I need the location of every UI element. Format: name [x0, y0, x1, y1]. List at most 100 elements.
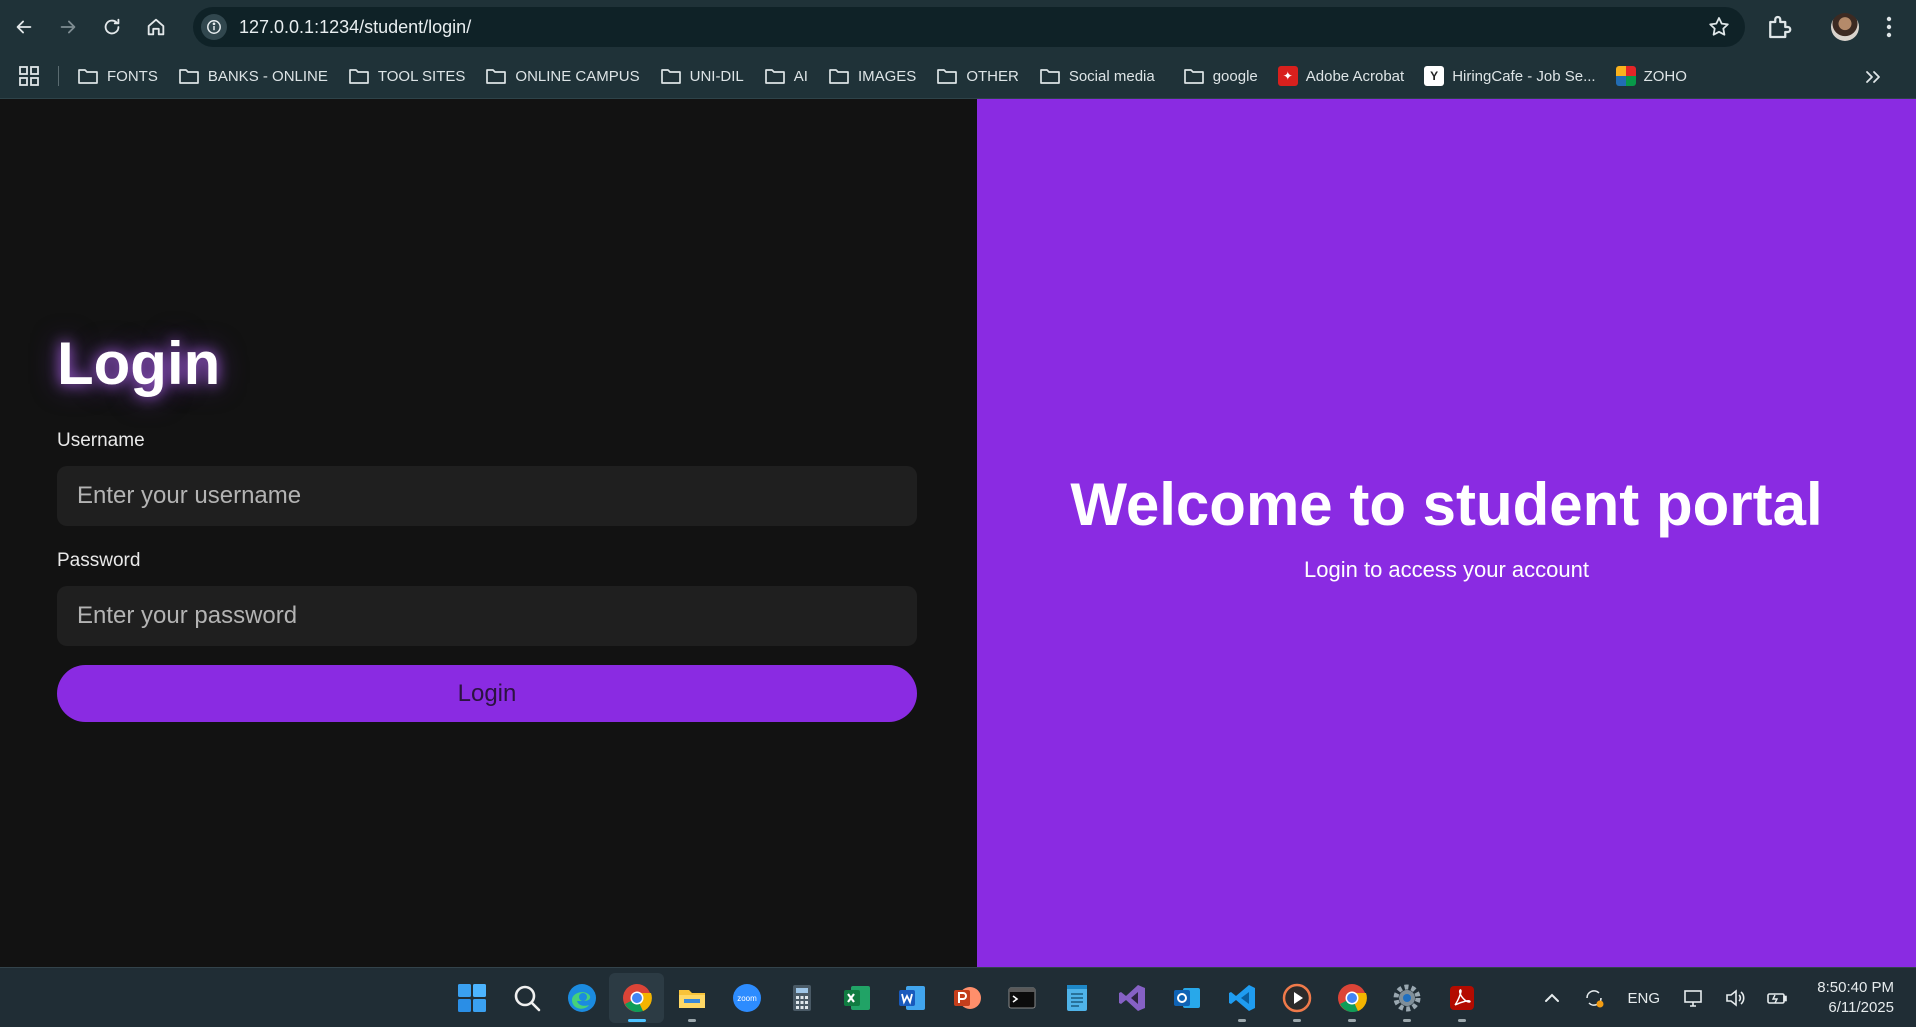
forward-icon[interactable]: [46, 5, 90, 49]
bookmark-folder-banks-online[interactable]: BANKS - ONLINE: [168, 60, 338, 92]
acrobat-icon[interactable]: [1434, 973, 1489, 1023]
bookmark-label: ZOHO: [1643, 67, 1687, 85]
bookmark-hiringcafe[interactable]: Y HiringCafe - Job Se...: [1414, 60, 1605, 92]
folder-icon: [1183, 69, 1204, 84]
login-title: Login: [57, 330, 221, 397]
bookmark-label: BANKS - ONLINE: [207, 67, 328, 85]
bookmark-label: FONTS: [107, 67, 158, 85]
username-label: Username: [57, 430, 145, 451]
terminal-icon[interactable]: [994, 973, 1049, 1023]
zoho-icon: [1615, 66, 1636, 86]
zoom-icon[interactable]: zoom: [719, 973, 774, 1023]
bookmark-label: ONLINE CAMPUS: [515, 67, 640, 85]
word-icon[interactable]: [884, 973, 939, 1023]
browser-toolbar: 127.0.0.1:1234/student/login/: [0, 0, 1916, 54]
bookmark-folder-other[interactable]: OTHER: [926, 60, 1029, 92]
notepad-icon[interactable]: [1049, 973, 1104, 1023]
adobe-acrobat-icon: ✦: [1277, 66, 1298, 86]
bookmark-folder-fonts[interactable]: FONTS: [67, 60, 168, 92]
password-input[interactable]: [57, 586, 917, 646]
vscode-icon[interactable]: [1214, 973, 1269, 1023]
bookmark-folder-tool-sites[interactable]: TOOL SITES: [338, 60, 476, 92]
site-info-icon[interactable]: [201, 14, 227, 40]
bookmark-label: OTHER: [966, 67, 1019, 85]
taskbar-apps: zoom: [444, 968, 1489, 1027]
battery-icon[interactable]: [1762, 983, 1792, 1013]
visual-studio-icon[interactable]: [1104, 973, 1159, 1023]
folder-icon: [660, 69, 681, 84]
clock-time: 8:50:40 PM: [1817, 979, 1894, 996]
welcome-heading: Welcome to student portal: [1070, 470, 1823, 538]
running-indicator: [1237, 1019, 1246, 1022]
bookmark-star-icon[interactable]: [1707, 15, 1731, 39]
folder-icon: [1039, 69, 1060, 84]
bookmark-label: UNI-DIL: [689, 67, 744, 85]
calculator-icon[interactable]: [774, 973, 829, 1023]
running-indicator: [1347, 1019, 1356, 1022]
bookmark-folder-social-media[interactable]: Social media: [1029, 60, 1165, 92]
bookmark-label: Adobe Acrobat: [1305, 67, 1405, 85]
running-indicator: [1402, 1019, 1411, 1022]
more-bookmarks-icon[interactable]: [1862, 66, 1884, 88]
bookmark-label: AI: [793, 67, 808, 85]
bookmark-label: IMAGES: [857, 67, 917, 85]
settings-icon[interactable]: [1379, 973, 1434, 1023]
back-icon[interactable]: [2, 5, 46, 49]
bookmark-label: Social media: [1068, 67, 1155, 85]
chevron-up-icon[interactable]: [1537, 983, 1567, 1013]
bookmark-folder-images[interactable]: IMAGES: [818, 60, 926, 92]
login-panel: Login Username Password Login: [0, 99, 977, 967]
login-button[interactable]: Login: [57, 665, 917, 722]
network-icon[interactable]: [1678, 983, 1708, 1013]
zoom-label: zoom: [737, 994, 757, 1003]
address-url[interactable]: 127.0.0.1:1234/student/login/: [239, 17, 471, 38]
address-bar[interactable]: 127.0.0.1:1234/student/login/: [193, 7, 1745, 47]
start-icon[interactable]: [444, 973, 499, 1023]
bookmark-zoho[interactable]: ZOHO: [1606, 60, 1697, 92]
hiringcafe-icon: Y: [1424, 66, 1445, 86]
welcome-subtitle: Login to access your account: [1304, 556, 1589, 582]
bookmark-folder-ai[interactable]: AI: [754, 60, 818, 92]
reload-icon[interactable]: [90, 5, 134, 49]
file-explorer-icon[interactable]: [664, 973, 719, 1023]
powerpoint-icon[interactable]: [939, 973, 994, 1023]
system-tray: ENG 8:50:40 PM 6/11/2025: [1531, 968, 1916, 1027]
extensions-icon[interactable]: [1764, 12, 1794, 42]
outlook-icon[interactable]: [1159, 973, 1214, 1023]
chrome-icon[interactable]: [609, 973, 664, 1023]
edge-icon[interactable]: [554, 973, 609, 1023]
volume-icon[interactable]: [1720, 983, 1750, 1013]
bookmark-folder-google[interactable]: google: [1173, 60, 1268, 92]
running-indicator: [687, 1019, 696, 1022]
bookmark-label: TOOL SITES: [377, 67, 466, 85]
apps-grid-icon[interactable]: [18, 65, 40, 87]
profile-avatar[interactable]: [1831, 13, 1859, 41]
running-indicator: [1292, 1019, 1301, 1022]
folder-icon: [486, 69, 507, 84]
folder-icon: [178, 69, 199, 84]
username-input[interactable]: [57, 466, 917, 526]
home-icon[interactable]: [134, 5, 178, 49]
taskbar: zoom ENG 8:50:40 PM 6/11/2025: [0, 967, 1916, 1027]
search-icon[interactable]: [499, 973, 554, 1023]
browser-menu-icon[interactable]: [1878, 13, 1900, 41]
bookmark-adobe-acrobat[interactable]: ✦ Adobe Acrobat: [1268, 60, 1414, 92]
running-indicator: [1457, 1019, 1466, 1022]
excel-icon[interactable]: [829, 973, 884, 1023]
bookmark-folder-online-campus[interactable]: ONLINE CAMPUS: [475, 60, 649, 92]
folder-icon: [78, 69, 98, 84]
chrome-profile-icon[interactable]: [1324, 973, 1379, 1023]
language-indicator[interactable]: ENG: [1627, 990, 1660, 1007]
sync-icon[interactable]: [1579, 983, 1609, 1013]
folder-icon: [829, 69, 849, 84]
bookmark-folder-uni-dil[interactable]: UNI-DIL: [650, 60, 754, 92]
folder-icon: [349, 69, 369, 84]
clock[interactable]: 8:50:40 PM 6/11/2025: [1798, 978, 1894, 1018]
bookmarks-bar: FONTS BANKS - ONLINE TOOL SITES ONLINE C…: [0, 54, 1916, 99]
folder-icon: [937, 69, 958, 84]
media-player-icon[interactable]: [1269, 973, 1324, 1023]
password-label: Password: [57, 550, 141, 571]
bookmark-label: google: [1212, 67, 1258, 85]
folder-icon: [764, 69, 785, 84]
running-indicator: [627, 1019, 646, 1022]
